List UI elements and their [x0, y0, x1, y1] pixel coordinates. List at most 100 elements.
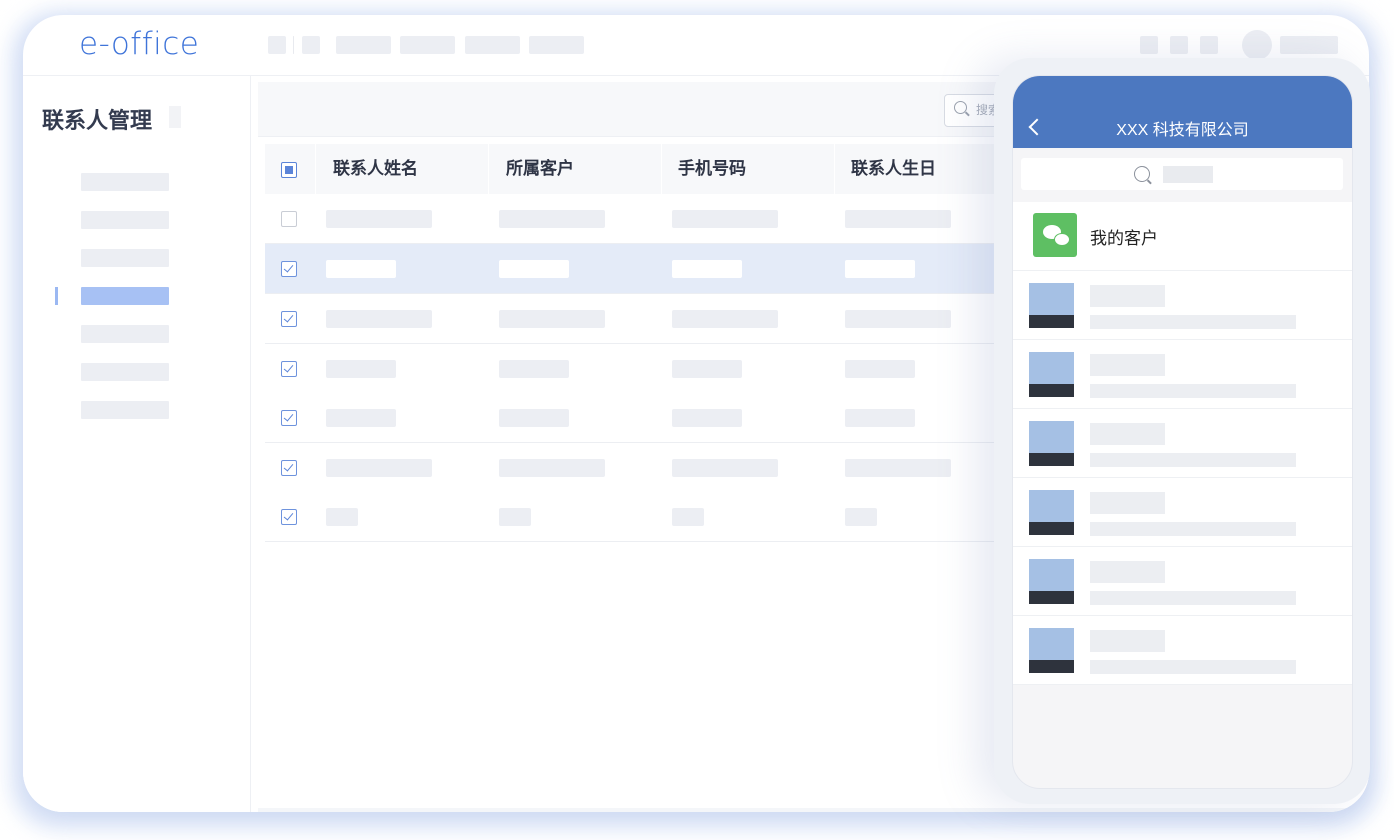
toolbar-icon-placeholder[interactable] — [268, 36, 286, 54]
phone-search-input[interactable] — [1021, 158, 1343, 190]
list-item[interactable] — [1013, 409, 1352, 478]
column-divider — [661, 144, 662, 194]
cell-placeholder — [326, 508, 358, 526]
cell-placeholder — [672, 210, 778, 228]
phone-body: XXX 科技有限公司 我的客户 — [994, 58, 1370, 804]
column-divider — [488, 144, 489, 194]
header-icon-placeholder[interactable] — [1200, 36, 1218, 54]
sidebar-item[interactable] — [81, 401, 169, 419]
cell-placeholder — [326, 260, 396, 278]
cell-placeholder — [499, 360, 569, 378]
contact-detail-placeholder — [1090, 591, 1296, 605]
cell-placeholder — [499, 459, 605, 477]
title-placeholder — [169, 106, 181, 128]
column-header-name[interactable]: 联系人姓名 — [333, 144, 418, 194]
column-header-birthday[interactable]: 联系人生日 — [851, 144, 936, 194]
column-divider — [315, 144, 316, 194]
toolbar-icon-placeholder[interactable] — [302, 36, 320, 54]
contact-name-placeholder — [1090, 492, 1165, 514]
table-row[interactable] — [265, 294, 1005, 344]
row-checkbox[interactable] — [281, 460, 297, 476]
column-header-phone[interactable]: 手机号码 — [678, 144, 746, 194]
avatar[interactable] — [1242, 30, 1272, 60]
table-row[interactable] — [265, 443, 1005, 493]
sidebar: 联系人管理 — [23, 76, 251, 812]
list-item[interactable] — [1013, 547, 1352, 616]
contact-detail-placeholder — [1090, 384, 1296, 398]
cell-placeholder — [672, 260, 742, 278]
cell-placeholder — [672, 409, 742, 427]
avatar — [1029, 283, 1074, 328]
table-row[interactable] — [265, 194, 1005, 244]
contact-name-placeholder — [1090, 630, 1165, 652]
cell-placeholder — [326, 409, 396, 427]
row-checkbox[interactable] — [281, 361, 297, 377]
cell-placeholder — [672, 360, 742, 378]
list-item[interactable] — [1013, 271, 1352, 340]
cell-placeholder — [672, 508, 704, 526]
sidebar-item[interactable] — [81, 363, 169, 381]
sidebar-item[interactable] — [81, 211, 169, 229]
top-nav-item[interactable] — [336, 36, 391, 54]
header-icon-placeholder[interactable] — [1140, 36, 1158, 54]
cell-placeholder — [326, 360, 396, 378]
phone-header: XXX 科技有限公司 — [1013, 76, 1352, 148]
contact-detail-placeholder — [1090, 522, 1296, 536]
search-placeholder — [1163, 166, 1213, 183]
row-checkbox[interactable] — [281, 261, 297, 277]
phone-title: XXX 科技有限公司 — [1116, 122, 1249, 139]
contact-name-placeholder — [1090, 354, 1165, 376]
contact-detail-placeholder — [1090, 660, 1296, 674]
cell-placeholder — [672, 459, 778, 477]
list-item[interactable] — [1013, 340, 1352, 409]
table-row-selected[interactable] — [265, 244, 1005, 294]
top-nav-item[interactable] — [400, 36, 455, 54]
search-icon — [954, 101, 967, 114]
row-checkbox[interactable] — [281, 211, 297, 227]
contact-name-placeholder — [1090, 285, 1165, 307]
sidebar-item[interactable] — [81, 173, 169, 191]
column-header-customer[interactable]: 所属客户 — [506, 144, 574, 194]
select-all-checkbox[interactable] — [281, 162, 297, 178]
search-icon — [1134, 166, 1150, 182]
table-row[interactable] — [265, 393, 1005, 443]
avatar — [1029, 628, 1074, 673]
phone-screen: XXX 科技有限公司 我的客户 — [1012, 75, 1353, 789]
row-checkbox[interactable] — [281, 509, 297, 525]
wechat-bubble-small — [1054, 233, 1070, 246]
user-name-placeholder[interactable] — [1280, 36, 1338, 54]
row-checkbox[interactable] — [281, 410, 297, 426]
top-nav-item[interactable] — [465, 36, 520, 54]
sidebar-item[interactable] — [81, 325, 169, 343]
top-nav-item[interactable] — [529, 36, 584, 54]
contact-detail-placeholder — [1090, 453, 1296, 467]
list-item[interactable] — [1013, 478, 1352, 547]
cell-placeholder — [499, 508, 531, 526]
cell-placeholder — [845, 409, 915, 427]
column-divider — [834, 144, 835, 194]
avatar — [1029, 490, 1074, 535]
cell-placeholder — [845, 508, 877, 526]
sidebar-item[interactable] — [81, 249, 169, 267]
row-checkbox[interactable] — [281, 311, 297, 327]
sidebar-item-active[interactable] — [81, 287, 169, 305]
contact-list: 我的客户 — [1013, 202, 1352, 685]
contact-name-placeholder — [1090, 561, 1165, 583]
table-header: 联系人姓名 所属客户 手机号码 联系人生日 — [265, 144, 1005, 194]
page-title: 联系人管理 — [42, 108, 153, 133]
cell-placeholder — [326, 310, 432, 328]
app-logo[interactable]: e-office — [79, 26, 199, 62]
cell-placeholder — [326, 459, 432, 477]
contact-name-placeholder — [1090, 423, 1165, 445]
my-customers-item[interactable]: 我的客户 — [1013, 202, 1352, 271]
cell-placeholder — [499, 260, 569, 278]
avatar — [1029, 559, 1074, 604]
cell-placeholder — [845, 260, 915, 278]
cell-placeholder — [845, 310, 951, 328]
cell-placeholder — [326, 210, 432, 228]
table-row[interactable] — [265, 492, 1005, 542]
table-row[interactable] — [265, 344, 1005, 394]
list-item[interactable] — [1013, 616, 1352, 685]
cell-placeholder — [845, 459, 951, 477]
header-icon-placeholder[interactable] — [1170, 36, 1188, 54]
